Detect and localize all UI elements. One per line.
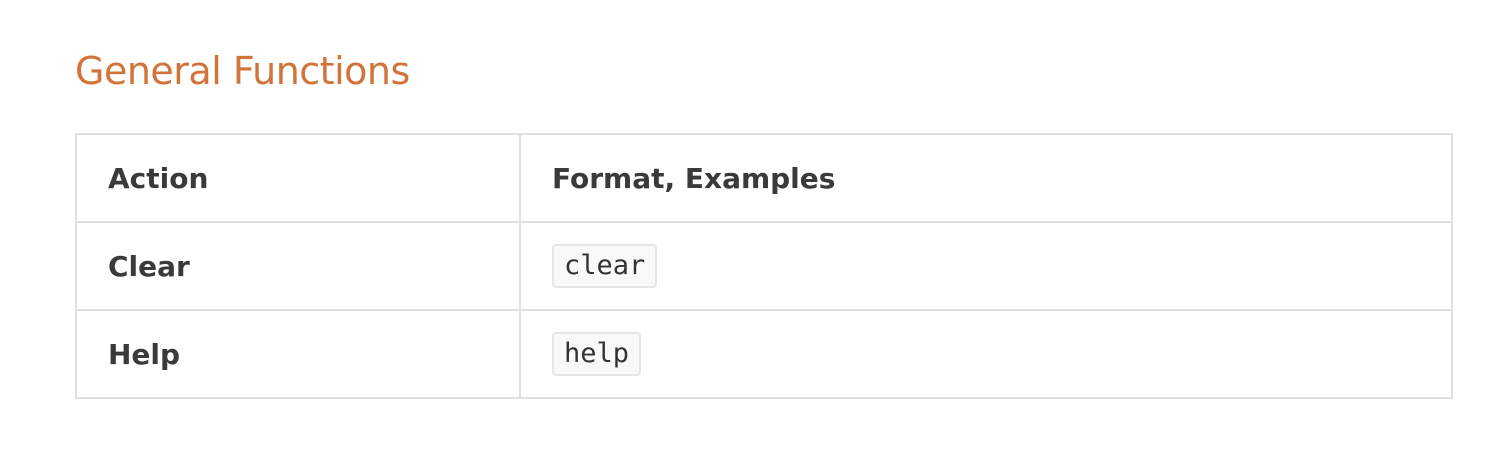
- column-header-action: Action: [75, 133, 521, 223]
- format-cell: help: [519, 309, 1453, 399]
- section-heading: General Functions: [75, 49, 410, 93]
- table-row: Clear clear: [75, 221, 1453, 311]
- commands-table: Action Format, Examples Clear clear Help…: [75, 133, 1453, 399]
- table-header-row: Action Format, Examples: [75, 133, 1453, 223]
- code-snippet: clear: [552, 244, 658, 288]
- code-snippet: help: [552, 332, 642, 376]
- action-cell: Clear: [75, 221, 521, 311]
- action-cell: Help: [75, 309, 521, 399]
- format-cell: clear: [519, 221, 1453, 311]
- table-row: Help help: [75, 309, 1453, 399]
- column-header-format: Format, Examples: [519, 133, 1453, 223]
